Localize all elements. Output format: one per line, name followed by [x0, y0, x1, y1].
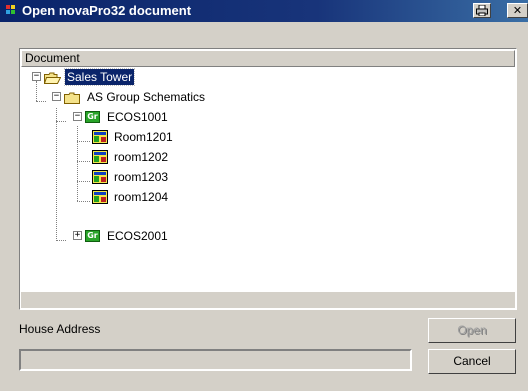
- open-folder-icon: [44, 72, 61, 84]
- column-header-document[interactable]: Document: [21, 50, 515, 67]
- tree-line: [77, 161, 90, 162]
- tree-line: [77, 201, 90, 202]
- close-button[interactable]: ✕: [507, 3, 528, 18]
- tree-line: [77, 141, 90, 142]
- house-address-label: House Address: [19, 322, 101, 336]
- room-schematic-icon: [92, 170, 108, 184]
- expand-toggle[interactable]: +: [73, 231, 82, 240]
- tree-node-label: room1204: [114, 190, 169, 204]
- collapse-toggle[interactable]: −: [73, 112, 82, 121]
- room-schematic-icon: [92, 150, 108, 164]
- group-icon: Gr: [85, 111, 100, 123]
- horizontal-scrollbar[interactable]: [21, 292, 515, 308]
- printer-icon: [476, 4, 488, 17]
- cancel-button[interactable]: Cancel: [428, 349, 516, 374]
- window-title: Open novaPro32 document: [22, 3, 192, 18]
- tree-line: [36, 101, 46, 102]
- tree-line: [36, 81, 37, 101]
- collapse-toggle[interactable]: −: [32, 72, 41, 81]
- tree-node-label: room1202: [114, 150, 169, 164]
- tree-node-label: Room1201: [114, 130, 173, 144]
- print-button[interactable]: [473, 3, 491, 18]
- tree-node-label: ECOS2001: [107, 229, 168, 243]
- tree-line: [77, 126, 78, 201]
- document-tree-panel: Document − − − + Sales Tower AS Group Sc…: [19, 48, 517, 310]
- tree-line: [56, 240, 66, 241]
- house-address-field: [19, 349, 412, 371]
- document-tree[interactable]: − − − + Sales Tower AS Group Schematics: [20, 68, 516, 288]
- tree-node-label: Sales Tower: [63, 68, 136, 86]
- tree-line: [77, 181, 90, 182]
- tree-node-label: room1203: [114, 170, 169, 184]
- collapse-toggle[interactable]: −: [52, 92, 61, 101]
- title-bar[interactable]: Open novaPro32 document ✕: [0, 0, 528, 22]
- app-icon: [6, 5, 15, 14]
- group-icon: Gr: [85, 230, 100, 242]
- open-button[interactable]: Open: [428, 318, 516, 343]
- room-schematic-icon: [92, 190, 108, 204]
- tree-node-label: AS Group Schematics: [87, 90, 206, 104]
- room-schematic-icon: [92, 130, 108, 144]
- tree-node-label: ECOS1001: [107, 110, 168, 124]
- close-icon: ✕: [512, 4, 523, 17]
- tree-line: [56, 121, 66, 122]
- open-document-dialog: Open novaPro32 document ✕ Document − − −…: [0, 0, 528, 391]
- folder-icon: [64, 92, 80, 104]
- tree-line: [56, 108, 57, 241]
